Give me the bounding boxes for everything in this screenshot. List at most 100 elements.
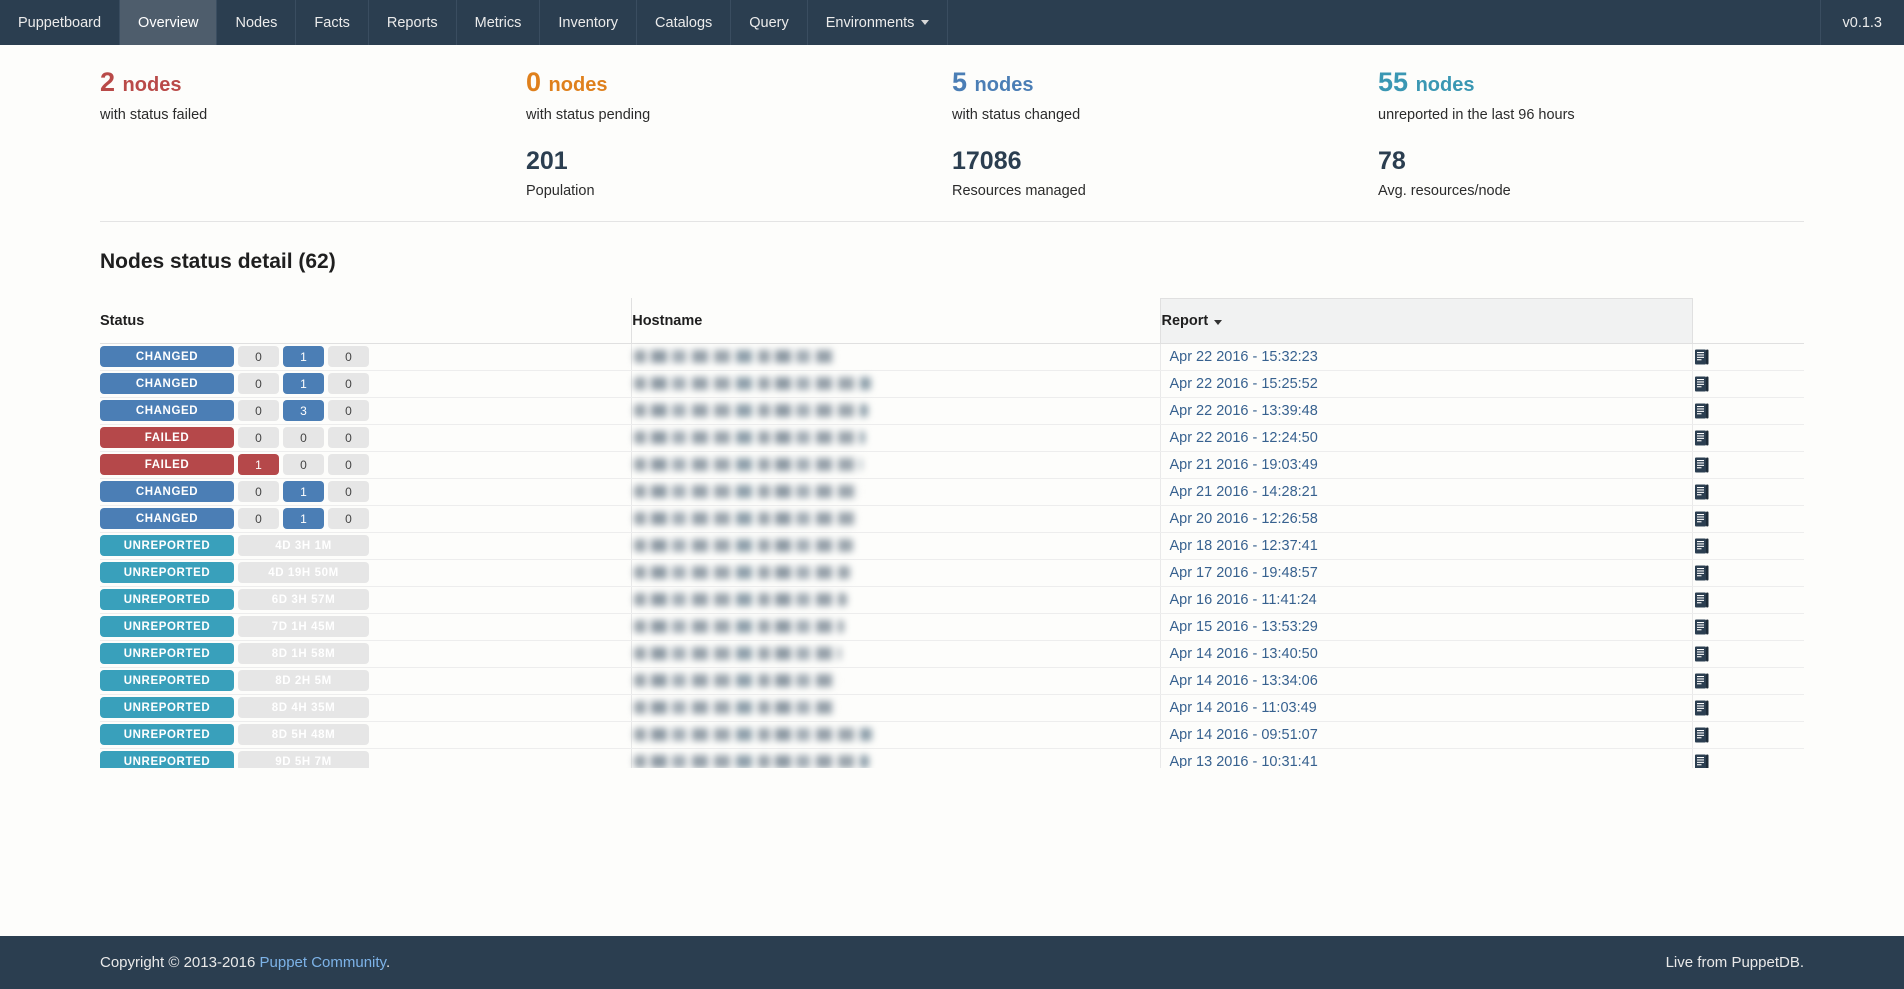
report-timestamp-link[interactable]: Apr 21 2016 - 19:03:49: [1161, 457, 1317, 473]
stat-count[interactable]: 0 nodes: [526, 67, 952, 98]
hostname-link-redacted[interactable]: [634, 485, 859, 498]
report-document-icon[interactable]: [1693, 511, 1710, 527]
status-badge[interactable]: CHANGED: [100, 373, 234, 394]
report-timestamp-link[interactable]: Apr 22 2016 - 15:25:52: [1161, 376, 1317, 392]
status-badge[interactable]: UNREPORTED: [100, 670, 234, 691]
nav-item-overview[interactable]: Overview: [120, 0, 217, 45]
cell-hostname[interactable]: [632, 451, 1161, 478]
cell-hostname[interactable]: [632, 343, 1161, 370]
nav-item-inventory[interactable]: Inventory: [540, 0, 637, 45]
report-document-icon[interactable]: [1693, 403, 1710, 419]
cell-hostname[interactable]: [632, 532, 1161, 559]
cell-hostname[interactable]: [632, 748, 1161, 768]
hostname-link-redacted[interactable]: [634, 701, 835, 714]
status-badge[interactable]: UNREPORTED: [100, 724, 234, 745]
nav-item-environments[interactable]: Environments: [808, 0, 949, 45]
status-badge[interactable]: CHANGED: [100, 400, 234, 421]
hostname-link-redacted[interactable]: [634, 350, 834, 363]
nav-item-nodes[interactable]: Nodes: [217, 0, 296, 45]
stat-count[interactable]: 2 nodes: [100, 67, 526, 98]
status-badge[interactable]: FAILED: [100, 427, 234, 448]
column-header-status[interactable]: Status: [100, 298, 632, 343]
nav-item-query[interactable]: Query: [731, 0, 808, 45]
cell-hostname[interactable]: [632, 505, 1161, 532]
cell-hostname[interactable]: [632, 478, 1161, 505]
hostname-link-redacted[interactable]: [634, 404, 868, 417]
report-timestamp-link[interactable]: Apr 22 2016 - 13:39:48: [1161, 403, 1317, 419]
hostname-link-redacted[interactable]: [634, 512, 856, 525]
column-header-hostname[interactable]: Hostname: [632, 298, 1161, 343]
hostname-link-redacted[interactable]: [634, 728, 872, 741]
status-badge[interactable]: UNREPORTED: [100, 697, 234, 718]
cell-hostname[interactable]: [632, 640, 1161, 667]
report-timestamp-link[interactable]: Apr 15 2016 - 13:53:29: [1161, 619, 1317, 635]
report-document-icon[interactable]: [1693, 592, 1710, 608]
report-document-icon[interactable]: [1693, 727, 1710, 743]
nav-item-catalogs[interactable]: Catalogs: [637, 0, 731, 45]
status-badge[interactable]: UNREPORTED: [100, 535, 234, 556]
report-timestamp-link[interactable]: Apr 18 2016 - 12:37:41: [1161, 538, 1317, 554]
report-timestamp-link[interactable]: Apr 20 2016 - 12:26:58: [1161, 511, 1317, 527]
hostname-link-redacted[interactable]: [634, 755, 869, 768]
report-document-icon[interactable]: [1693, 430, 1710, 446]
report-document-icon[interactable]: [1693, 700, 1710, 716]
cell-hostname[interactable]: [632, 397, 1161, 424]
cell-hostname[interactable]: [632, 694, 1161, 721]
report-document-icon[interactable]: [1693, 376, 1710, 392]
report-document-icon[interactable]: [1693, 457, 1710, 473]
report-timestamp-link[interactable]: Apr 21 2016 - 14:28:21: [1161, 484, 1317, 500]
status-badge[interactable]: UNREPORTED: [100, 589, 234, 610]
report-timestamp-link[interactable]: Apr 14 2016 - 09:51:07: [1161, 727, 1317, 743]
nav-item-metrics[interactable]: Metrics: [457, 0, 541, 45]
report-timestamp-link[interactable]: Apr 22 2016 - 15:32:23: [1161, 349, 1317, 365]
status-badge[interactable]: CHANGED: [100, 346, 234, 367]
report-document-icon[interactable]: [1693, 619, 1710, 635]
status-badge[interactable]: CHANGED: [100, 481, 234, 502]
hostname-link-redacted[interactable]: [634, 458, 862, 471]
cell-hostname[interactable]: [632, 424, 1161, 451]
cell-hostname[interactable]: [632, 370, 1161, 397]
hostname-link-redacted[interactable]: [634, 539, 853, 552]
report-timestamp-link[interactable]: Apr 14 2016 - 11:03:49: [1161, 700, 1316, 716]
stat-count[interactable]: 5 nodes: [952, 67, 1378, 98]
hostname-link-redacted[interactable]: [634, 377, 871, 390]
brand-puppetboard[interactable]: Puppetboard: [0, 0, 120, 45]
cell-hostname[interactable]: [632, 667, 1161, 694]
status-badge[interactable]: UNREPORTED: [100, 643, 234, 664]
hostname-link-redacted[interactable]: [634, 431, 865, 444]
report-timestamp-link[interactable]: Apr 22 2016 - 12:24:50: [1161, 430, 1317, 446]
status-badge[interactable]: CHANGED: [100, 508, 234, 529]
report-document-icon[interactable]: [1693, 646, 1710, 662]
cell-hostname[interactable]: [632, 559, 1161, 586]
report-timestamp-link[interactable]: Apr 14 2016 - 13:34:06: [1161, 673, 1317, 689]
report-document-icon[interactable]: [1693, 484, 1710, 500]
count-badge: 0: [238, 400, 279, 421]
column-header-report[interactable]: Report: [1161, 298, 1693, 343]
status-badge[interactable]: UNREPORTED: [100, 562, 234, 583]
status-badge[interactable]: UNREPORTED: [100, 616, 234, 637]
report-timestamp-link[interactable]: Apr 13 2016 - 10:31:41: [1161, 754, 1317, 768]
report-document-icon[interactable]: [1693, 538, 1710, 554]
status-badge[interactable]: FAILED: [100, 454, 234, 475]
hostname-link-redacted[interactable]: [634, 593, 847, 606]
cell-hostname[interactable]: [632, 586, 1161, 613]
cell-hostname[interactable]: [632, 721, 1161, 748]
report-document-icon[interactable]: [1693, 565, 1710, 581]
stat-count[interactable]: 55 nodes: [1378, 67, 1804, 98]
status-badge[interactable]: UNREPORTED: [100, 751, 234, 768]
hostname-link-redacted[interactable]: [634, 674, 838, 687]
puppet-community-link[interactable]: Puppet Community: [260, 954, 386, 971]
nav-item-facts[interactable]: Facts: [296, 0, 368, 45]
report-timestamp-link[interactable]: Apr 14 2016 - 13:40:50: [1161, 646, 1317, 662]
cell-hostname[interactable]: [632, 613, 1161, 640]
report-document-icon[interactable]: [1693, 754, 1710, 768]
hostname-link-redacted[interactable]: [634, 620, 844, 633]
report-timestamp-link[interactable]: Apr 17 2016 - 19:48:57: [1161, 565, 1317, 581]
hostname-link-redacted[interactable]: [634, 566, 850, 579]
report-document-icon[interactable]: [1693, 673, 1710, 689]
hostname-link-redacted[interactable]: [634, 647, 841, 660]
report-timestamp-link[interactable]: Apr 16 2016 - 11:41:24: [1161, 592, 1316, 608]
nav-item-reports[interactable]: Reports: [369, 0, 457, 45]
cell-status: CHANGED010: [100, 343, 632, 370]
report-document-icon[interactable]: [1693, 349, 1710, 365]
